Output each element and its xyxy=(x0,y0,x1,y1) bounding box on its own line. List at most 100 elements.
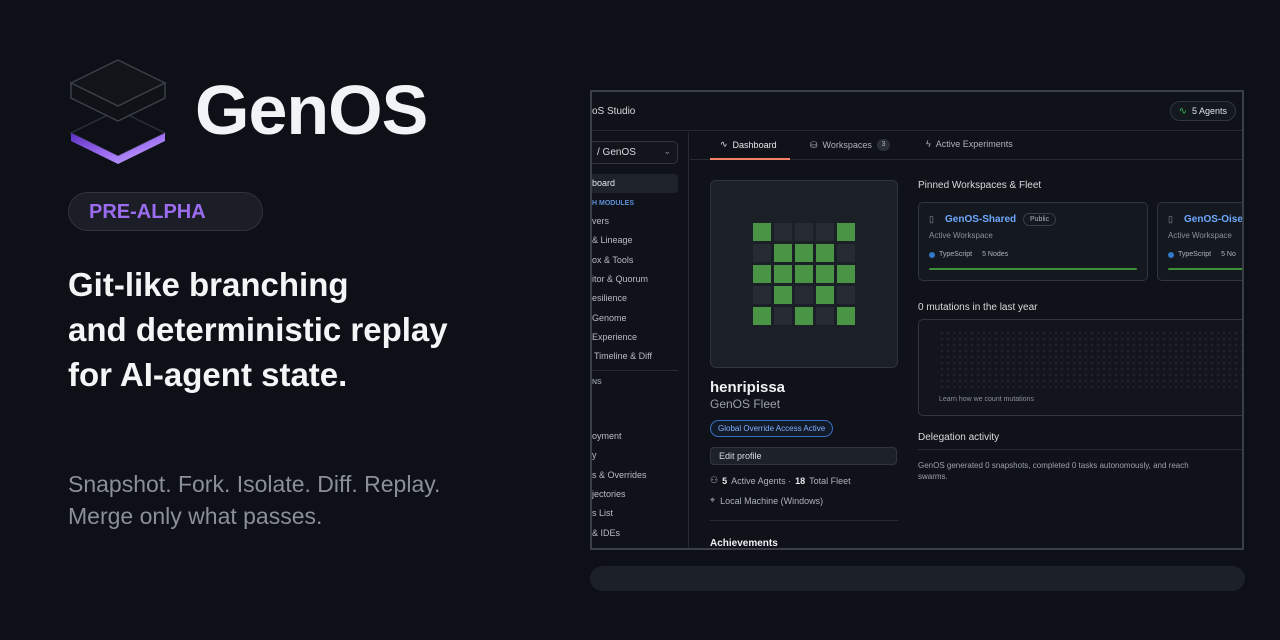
pinned-heading: Pinned Workspaces & Fleet xyxy=(918,180,1042,191)
app-screenshot: oS Studio ∿ 5 Agents / GenOS ⌄ board H M… xyxy=(590,90,1244,550)
workspace-card[interactable]: ▯ GenOS-Oise Active Workspace TypeScript… xyxy=(1157,202,1242,281)
sidebar-item[interactable]: & Lineage xyxy=(592,235,633,245)
username: henripissa xyxy=(710,379,786,396)
sidebar-item[interactable]: Timeline & Diff xyxy=(594,351,652,361)
identicon-cell xyxy=(795,223,813,241)
identicon-cell xyxy=(774,307,792,325)
identicon xyxy=(753,223,856,326)
sidebar: / GenOS ⌄ board H MODULES vers & Lineage… xyxy=(592,132,689,548)
nodes-label: 5 No xyxy=(1221,251,1236,258)
identicon-cell xyxy=(816,244,834,262)
people-icon: ⚇ xyxy=(710,475,719,485)
brand-name: GenOS xyxy=(195,71,428,149)
sidebar-item[interactable]: ox & Tools xyxy=(592,255,633,265)
active-agents-count: 5 xyxy=(722,475,728,486)
identicon-cell xyxy=(774,286,792,304)
activity-bar xyxy=(929,268,1137,270)
identicon-cell xyxy=(816,286,834,304)
workspace-name[interactable]: GenOS-Shared xyxy=(945,214,1016,225)
tagline-line: Merge only what passes. xyxy=(68,503,323,529)
sidebar-item-dashboard[interactable]: board xyxy=(592,174,678,193)
identicon-cell xyxy=(816,307,834,325)
workspace-card[interactable]: ▯ GenOS-Shared Public Active Workspace T… xyxy=(918,202,1148,281)
nodes-label: 5 Nodes xyxy=(982,251,1009,258)
repo-icon: ▯ xyxy=(929,214,934,224)
identicon-cell xyxy=(774,223,792,241)
agents-pill[interactable]: ∿ 5 Agents xyxy=(1169,101,1236,121)
sidebar-item[interactable]: nd xyxy=(592,547,602,548)
sidebar-item[interactable]: s List xyxy=(592,508,613,518)
activity-bar xyxy=(1168,268,1242,270)
sidebar-item[interactable]: itor & Quorum xyxy=(592,274,648,284)
identicon-cell xyxy=(753,265,771,283)
location-pin-icon: ⌖ xyxy=(710,495,716,505)
sidebar-item[interactable]: esilience xyxy=(592,293,627,303)
sidebar-item[interactable]: s & Overrides xyxy=(592,470,647,480)
heatmap-cells xyxy=(939,330,1242,388)
tab-label: Active Experiments xyxy=(935,139,1013,149)
identicon-cell xyxy=(795,307,813,325)
identicon-cell xyxy=(816,265,834,283)
tab-workspaces[interactable]: ⛁ Workspaces 3 xyxy=(810,139,890,151)
override-badge: Global Override Access Active xyxy=(710,420,834,437)
workspace-name[interactable]: GenOS-Oise xyxy=(1184,214,1242,225)
workspace-select[interactable]: / GenOS ⌄ xyxy=(592,141,678,164)
language-dot xyxy=(929,251,935,258)
tab-label: Workspaces xyxy=(822,140,872,150)
headline-line: Git-like branching xyxy=(68,266,349,303)
language-dot xyxy=(1168,251,1174,258)
scrollbar-track[interactable] xyxy=(590,566,1245,591)
sidebar-item[interactable]: oyment xyxy=(592,431,622,441)
pulse-icon: ∿ xyxy=(1178,105,1187,117)
location-text: Local Machine (Windows) xyxy=(720,495,824,506)
identicon-cell xyxy=(837,244,855,262)
identicon-cell xyxy=(816,223,834,241)
avatar xyxy=(710,180,898,368)
pre-alpha-badge: PRE-ALPHA xyxy=(68,192,263,231)
delegation-line: GenOS generated 0 snapshots, completed 0… xyxy=(918,461,1189,470)
contribution-heatmap: Learn how we count mutations xyxy=(918,319,1242,416)
total-fleet-count: 18 xyxy=(795,475,806,486)
sidebar-section-label: H MODULES xyxy=(592,200,634,207)
app-topbar: oS Studio ∿ 5 Agents xyxy=(592,92,1242,131)
headline-line: for AI-agent state. xyxy=(68,356,348,393)
divider xyxy=(918,449,1242,450)
tab-dashboard[interactable]: ∿ Dashboard xyxy=(720,139,777,150)
sidebar-item[interactable]: y xyxy=(592,450,597,460)
workspace-select-value: / GenOS xyxy=(597,147,636,158)
tagline: Snapshot. Fork. Isolate. Diff. Replay. M… xyxy=(68,468,440,532)
mutations-heading: 0 mutations in the last year xyxy=(918,302,1038,313)
chevron-down-icon: ⌄ xyxy=(663,146,671,156)
identicon-cell xyxy=(795,286,813,304)
sidebar-item[interactable]: vers xyxy=(592,216,609,226)
edit-profile-button[interactable]: Edit profile xyxy=(710,447,897,465)
delegation-heading: Delegation activity xyxy=(918,432,1000,443)
divider xyxy=(710,520,898,521)
identicon-cell xyxy=(753,286,771,304)
language-label: TypeScript xyxy=(939,251,973,258)
tab-label: Dashboard xyxy=(732,139,777,150)
identicon-cell xyxy=(753,223,771,241)
sidebar-item[interactable]: & IDEs xyxy=(592,528,620,538)
workspace-desc: Active Workspace xyxy=(1168,231,1232,240)
identicon-cell xyxy=(774,244,792,262)
sidebar-item[interactable]: jectories xyxy=(592,489,626,499)
agents-count: 5 Agents xyxy=(1191,106,1227,116)
genos-logo-icon xyxy=(68,58,168,170)
identicon-cell xyxy=(795,265,813,283)
tab-active-experiments[interactable]: ϟ Active Experiments xyxy=(926,139,1013,149)
tab-bar: ∿ Dashboard ⛁ Workspaces 3 ϟ Active Expe… xyxy=(690,132,1242,160)
visibility-badge: Public xyxy=(1023,213,1057,226)
identicon-cell xyxy=(837,307,855,325)
zap-icon: ϟ xyxy=(926,139,931,149)
database-icon: ⛁ xyxy=(810,139,818,150)
achievements-heading: Achievements xyxy=(710,538,778,549)
workspace-meta: TypeScript 5 No xyxy=(1168,251,1236,258)
identicon-cell xyxy=(837,265,855,283)
sidebar-divider xyxy=(592,370,678,371)
sidebar-item[interactable]: Experience xyxy=(592,332,637,342)
sidebar-item[interactable]: Genome xyxy=(592,313,627,323)
fleet-stats: ⚇ 5 Active Agents · 18 Total Fleet xyxy=(710,475,851,486)
identicon-cell xyxy=(753,307,771,325)
learn-mutations-link[interactable]: Learn how we count mutations xyxy=(939,396,1034,403)
